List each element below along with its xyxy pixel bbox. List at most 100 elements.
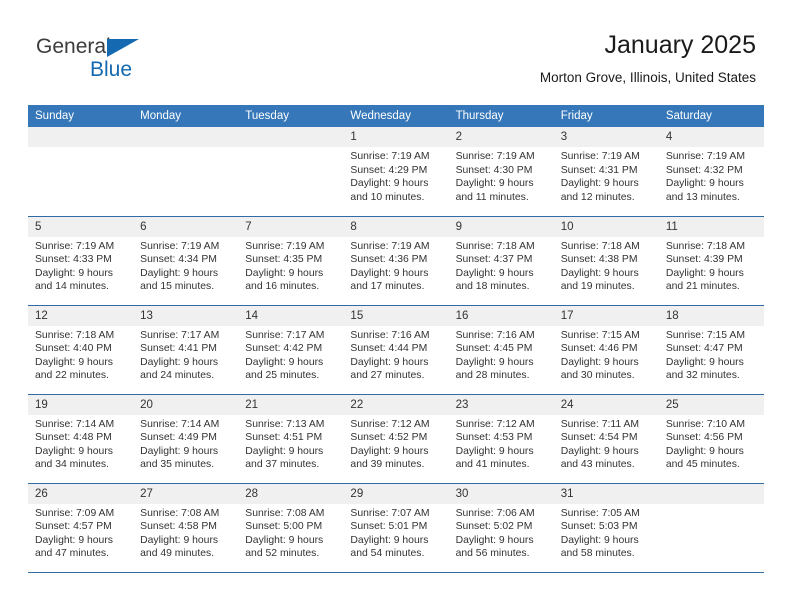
calendar-day-cell[interactable]: 1 Sunrise: 7:19 AM Sunset: 4:29 PM Daylight…	[343, 127, 449, 217]
day-number: 24	[553, 394, 659, 415]
calendar-day-cell[interactable]: 25 Sunrise: 7:10 AM Sunset: 4:56 PM Dayligh…	[658, 394, 764, 484]
detail-line: Sunset: 4:47 PM	[665, 343, 743, 355]
calendar-day-cell[interactable]: 14 Sunrise: 7:17 AM Sunset: 4:42 PM Dayligh…	[238, 305, 344, 395]
calendar-day-cell[interactable]: 21 Sunrise: 7:13 AM Sunset: 4:51 PM Dayligh…	[238, 394, 344, 484]
day-sun-details: Sunrise: 7:19 AM Sunset: 4:29 PM Daylight:…	[343, 147, 448, 204]
detail-line: Sunrise: 7:16 AM	[455, 329, 535, 341]
day-sun-details: Sunrise: 7:16 AM Sunset: 4:45 PM Daylight:…	[449, 326, 554, 383]
calendar-day-cell[interactable]: 29 Sunrise: 7:07 AM Sunset: 5:01 PM Dayligh…	[343, 483, 449, 573]
weekday-header-sunday: Sunday	[28, 105, 134, 127]
general-blue-logo[interactable]: General Blue	[36, 36, 216, 84]
calendar-day-cell[interactable]: 9 Sunrise: 7:18 AM Sunset: 4:37 PM Daylight…	[448, 216, 554, 306]
calendar-day-cell[interactable]: 27 Sunrise: 7:08 AM Sunset: 4:58 PM Dayligh…	[133, 483, 239, 573]
calendar-day-cell[interactable]: 20 Sunrise: 7:14 AM Sunset: 4:49 PM Dayligh…	[133, 394, 239, 484]
detail-line: Sunset: 4:38 PM	[560, 254, 638, 266]
calendar-day-cell[interactable]: 30 Sunrise: 7:06 AM Sunset: 5:02 PM Dayligh…	[448, 483, 554, 573]
calendar-day-cell[interactable]: 23 Sunrise: 7:12 AM Sunset: 4:53 PM Dayligh…	[448, 394, 554, 484]
detail-line: and 45 minutes.	[665, 459, 740, 471]
detail-line: and 37 minutes.	[245, 459, 320, 471]
day-number: 19	[28, 394, 134, 415]
calendar-day-cell[interactable]: 28 Sunrise: 7:08 AM Sunset: 5:00 PM Dayligh…	[238, 483, 344, 573]
day-number: 12	[28, 305, 134, 326]
detail-line: Sunrise: 7:16 AM	[350, 329, 430, 341]
calendar-day-cell[interactable]: 26 Sunrise: 7:09 AM Sunset: 4:57 PM Dayligh…	[28, 483, 134, 573]
calendar-day-cell[interactable]: 11 Sunrise: 7:18 AM Sunset: 4:39 PM Dayligh…	[658, 216, 764, 306]
day-sun-details: Sunrise: 7:15 AM Sunset: 4:46 PM Daylight:…	[554, 326, 659, 383]
calendar-day-cell[interactable]: 4 Sunrise: 7:19 AM Sunset: 4:32 PM Daylight…	[658, 127, 764, 217]
detail-line: and 17 minutes.	[350, 281, 425, 293]
detail-line: Sunset: 5:02 PM	[455, 521, 533, 533]
detail-line: Sunrise: 7:19 AM	[140, 240, 220, 252]
calendar-cell-empty	[238, 127, 344, 217]
calendar-week-row: 12 Sunrise: 7:18 AM Sunset: 4:40 PM Dayligh…	[28, 305, 764, 395]
detail-line: Daylight: 9 hours	[665, 178, 744, 190]
calendar-day-cell[interactable]: 8 Sunrise: 7:19 AM Sunset: 4:36 PM Daylight…	[343, 216, 449, 306]
calendar-day-cell[interactable]: 12 Sunrise: 7:18 AM Sunset: 4:40 PM Dayligh…	[28, 305, 134, 395]
detail-line: and 43 minutes.	[560, 459, 635, 471]
calendar-day-cell[interactable]: 15 Sunrise: 7:16 AM Sunset: 4:44 PM Dayligh…	[343, 305, 449, 395]
detail-line: and 14 minutes.	[35, 281, 109, 293]
calendar-day-cell[interactable]: 5 Sunrise: 7:19 AM Sunset: 4:33 PM Daylight…	[28, 216, 134, 306]
detail-line: Sunset: 4:33 PM	[35, 254, 112, 266]
detail-line: Sunrise: 7:17 AM	[245, 329, 325, 341]
detail-line: Sunset: 4:39 PM	[665, 254, 743, 266]
detail-line: Sunset: 4:45 PM	[455, 343, 533, 355]
day-number: 20	[133, 394, 239, 415]
day-number	[658, 483, 764, 504]
calendar-cell-empty	[28, 127, 134, 217]
detail-line: Sunset: 5:01 PM	[350, 521, 428, 533]
calendar-day-cell[interactable]: 13 Sunrise: 7:17 AM Sunset: 4:41 PM Dayligh…	[133, 305, 239, 395]
calendar-day-cell[interactable]: 19 Sunrise: 7:14 AM Sunset: 4:48 PM Dayligh…	[28, 394, 134, 484]
detail-line: Sunset: 4:57 PM	[35, 521, 112, 533]
day-sun-details: Sunrise: 7:19 AM Sunset: 4:31 PM Daylight:…	[554, 147, 659, 204]
detail-line: and 39 minutes.	[350, 459, 425, 471]
detail-line: Daylight: 9 hours	[35, 356, 113, 368]
detail-line: Daylight: 9 hours	[665, 356, 744, 368]
calendar-day-cell[interactable]: 7 Sunrise: 7:19 AM Sunset: 4:35 PM Daylight…	[238, 216, 344, 306]
detail-line: and 16 minutes.	[245, 281, 320, 293]
day-number: 18	[658, 305, 764, 326]
detail-line: Daylight: 9 hours	[665, 445, 744, 457]
calendar-week-row: 1 Sunrise: 7:19 AM Sunset: 4:29 PM Daylight…	[28, 127, 764, 217]
day-sun-details: Sunrise: 7:14 AM Sunset: 4:48 PM Daylight:…	[28, 415, 133, 472]
day-sun-details: Sunrise: 7:10 AM Sunset: 4:56 PM Daylight:…	[659, 415, 764, 472]
calendar-day-cell[interactable]: 3 Sunrise: 7:19 AM Sunset: 4:31 PM Daylight…	[553, 127, 659, 217]
day-sun-details: Sunrise: 7:19 AM Sunset: 4:36 PM Daylight:…	[343, 237, 448, 294]
detail-line: Sunrise: 7:11 AM	[560, 418, 640, 430]
detail-line: Daylight: 9 hours	[350, 267, 429, 279]
detail-line: Sunrise: 7:13 AM	[245, 418, 325, 430]
calendar-day-cell[interactable]: 18 Sunrise: 7:15 AM Sunset: 4:47 PM Dayligh…	[658, 305, 764, 395]
day-sun-details: Sunrise: 7:19 AM Sunset: 4:35 PM Daylight:…	[238, 237, 343, 294]
detail-line: and 11 minutes.	[455, 191, 529, 203]
day-number: 29	[343, 483, 449, 504]
detail-line: Sunrise: 7:18 AM	[35, 329, 115, 341]
detail-line: Sunrise: 7:12 AM	[350, 418, 430, 430]
page-subtitle: Morton Grove, Illinois, United States	[539, 70, 756, 85]
calendar-day-cell[interactable]: 22 Sunrise: 7:12 AM Sunset: 4:52 PM Dayligh…	[343, 394, 449, 484]
day-sun-details	[238, 147, 343, 150]
day-sun-details: Sunrise: 7:08 AM Sunset: 5:00 PM Daylight:…	[238, 504, 343, 561]
detail-line: Sunset: 4:56 PM	[665, 432, 743, 444]
day-sun-details: Sunrise: 7:08 AM Sunset: 4:58 PM Daylight:…	[133, 504, 238, 561]
detail-line: Sunrise: 7:19 AM	[560, 151, 640, 162]
detail-line: Sunrise: 7:08 AM	[245, 507, 325, 519]
detail-line: and 52 minutes.	[245, 548, 320, 560]
day-number: 6	[133, 216, 239, 237]
calendar-day-cell[interactable]: 6 Sunrise: 7:19 AM Sunset: 4:34 PM Daylight…	[133, 216, 239, 306]
detail-line: Sunset: 4:36 PM	[350, 254, 428, 266]
detail-line: and 49 minutes.	[140, 548, 215, 560]
detail-line: Daylight: 9 hours	[245, 534, 324, 546]
day-number: 28	[238, 483, 344, 504]
calendar-day-cell[interactable]: 31 Sunrise: 7:05 AM Sunset: 5:03 PM Dayligh…	[553, 483, 659, 573]
day-number: 25	[658, 394, 764, 415]
calendar-day-cell[interactable]: 16 Sunrise: 7:16 AM Sunset: 4:45 PM Dayligh…	[448, 305, 554, 395]
detail-line: Daylight: 9 hours	[350, 534, 429, 546]
calendar-day-cell[interactable]: 2 Sunrise: 7:19 AM Sunset: 4:30 PM Daylight…	[448, 127, 554, 217]
detail-line: Daylight: 9 hours	[245, 445, 324, 457]
calendar-day-cell[interactable]: 17 Sunrise: 7:15 AM Sunset: 4:46 PM Dayligh…	[553, 305, 659, 395]
detail-line: and 58 minutes.	[560, 548, 635, 560]
calendar-day-cell[interactable]: 24 Sunrise: 7:11 AM Sunset: 4:54 PM Dayligh…	[553, 394, 659, 484]
detail-line: Daylight: 9 hours	[455, 356, 534, 368]
calendar-day-cell[interactable]: 10 Sunrise: 7:18 AM Sunset: 4:38 PM Dayligh…	[553, 216, 659, 306]
day-number: 9	[448, 216, 554, 237]
